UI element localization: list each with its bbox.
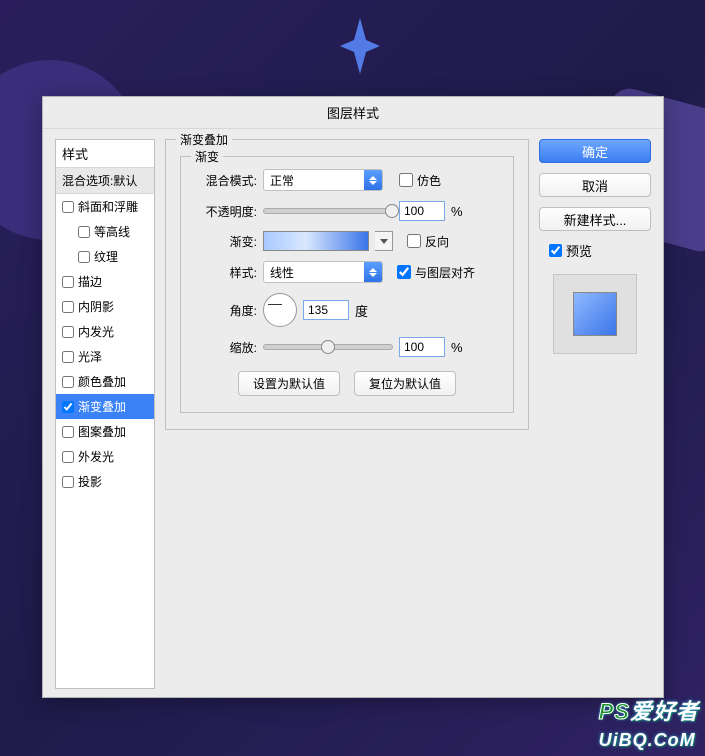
style-item-label: 光泽 — [78, 348, 102, 365]
style-item-label: 渐变叠加 — [78, 398, 126, 415]
style-item-checkbox[interactable] — [62, 476, 74, 488]
style-item-label: 斜面和浮雕 — [78, 198, 138, 215]
panel-group-title: 渐变叠加 — [176, 131, 232, 148]
style-label: 样式: — [193, 264, 257, 281]
style-item-checkbox[interactable] — [78, 226, 90, 238]
ok-button[interactable]: 确定 — [539, 139, 651, 163]
scale-unit: % — [451, 340, 463, 355]
style-item-label: 外发光 — [78, 448, 114, 465]
align-checkbox[interactable]: 与图层对齐 — [397, 264, 475, 281]
style-item-label: 内阴影 — [78, 298, 114, 315]
style-item-9[interactable]: 图案叠加 — [56, 419, 154, 444]
style-item-checkbox[interactable] — [62, 401, 74, 413]
style-item-0[interactable]: 斜面和浮雕 — [56, 194, 154, 219]
watermark: PS爱好者 UiBQ.CoM — [599, 694, 699, 752]
dialog-title: 图层样式 — [43, 97, 663, 129]
scale-input[interactable] — [399, 337, 445, 357]
blend-mode-select[interactable]: 正常 — [263, 169, 383, 191]
angle-input[interactable] — [303, 300, 349, 320]
style-item-checkbox[interactable] — [78, 251, 90, 263]
angle-unit: 度 — [355, 301, 368, 320]
sidebar-header[interactable]: 样式 — [56, 140, 154, 168]
style-item-checkbox[interactable] — [62, 451, 74, 463]
style-item-1[interactable]: 等高线 — [56, 219, 154, 244]
gradient-swatch[interactable] — [263, 231, 369, 251]
opacity-input[interactable] — [399, 201, 445, 221]
blend-mode-label: 混合模式: — [193, 172, 257, 189]
style-item-10[interactable]: 外发光 — [56, 444, 154, 469]
style-item-checkbox[interactable] — [62, 426, 74, 438]
style-item-checkbox[interactable] — [62, 351, 74, 363]
style-item-8[interactable]: 渐变叠加 — [56, 394, 154, 419]
style-item-label: 图案叠加 — [78, 423, 126, 440]
style-item-6[interactable]: 光泽 — [56, 344, 154, 369]
updown-icon — [364, 170, 382, 190]
style-item-checkbox[interactable] — [62, 201, 74, 213]
style-item-label: 等高线 — [94, 223, 130, 240]
opacity-slider[interactable] — [263, 208, 393, 214]
style-item-label: 投影 — [78, 473, 102, 490]
gradient-dropdown[interactable] — [375, 231, 393, 251]
make-default-button[interactable]: 设置为默认值 — [238, 371, 340, 396]
scale-label: 缩放: — [193, 339, 257, 356]
style-item-label: 内发光 — [78, 323, 114, 340]
style-item-checkbox[interactable] — [62, 326, 74, 338]
dither-checkbox[interactable]: 仿色 — [399, 172, 441, 189]
new-style-button[interactable]: 新建样式... — [539, 207, 651, 231]
panel-inner-title: 渐变 — [191, 148, 223, 165]
opacity-label: 不透明度: — [193, 203, 257, 220]
updown-icon — [364, 262, 382, 282]
style-item-label: 颜色叠加 — [78, 373, 126, 390]
style-item-3[interactable]: 描边 — [56, 269, 154, 294]
style-item-checkbox[interactable] — [62, 376, 74, 388]
style-item-11[interactable]: 投影 — [56, 469, 154, 494]
reverse-checkbox[interactable]: 反向 — [407, 233, 449, 250]
scale-slider[interactable] — [263, 344, 393, 350]
cancel-button[interactable]: 取消 — [539, 173, 651, 197]
style-item-label: 描边 — [78, 273, 102, 290]
style-item-2[interactable]: 纹理 — [56, 244, 154, 269]
preview-box — [553, 274, 637, 354]
opacity-unit: % — [451, 204, 463, 219]
preview-swatch — [573, 292, 617, 336]
sparkle-icon — [340, 18, 380, 74]
layer-style-dialog: 图层样式 样式 混合选项:默认 斜面和浮雕等高线纹理描边内阴影内发光光泽颜色叠加… — [42, 96, 664, 698]
style-item-5[interactable]: 内发光 — [56, 319, 154, 344]
action-panel: 确定 取消 新建样式... 预览 — [539, 139, 651, 689]
preview-checkbox[interactable]: 预览 — [549, 241, 651, 260]
style-item-7[interactable]: 颜色叠加 — [56, 369, 154, 394]
gradient-label: 渐变: — [193, 233, 257, 250]
style-item-label: 纹理 — [94, 248, 118, 265]
style-item-4[interactable]: 内阴影 — [56, 294, 154, 319]
style-select[interactable]: 线性 — [263, 261, 383, 283]
styles-sidebar: 样式 混合选项:默认 斜面和浮雕等高线纹理描边内阴影内发光光泽颜色叠加渐变叠加图… — [55, 139, 155, 689]
angle-label: 角度: — [193, 302, 257, 319]
style-item-checkbox[interactable] — [62, 301, 74, 313]
angle-dial[interactable] — [263, 293, 297, 327]
style-item-checkbox[interactable] — [62, 276, 74, 288]
reset-default-button[interactable]: 复位为默认值 — [354, 371, 456, 396]
blending-options-item[interactable]: 混合选项:默认 — [56, 168, 154, 194]
settings-panel: 渐变叠加 渐变 混合模式: 正常 仿色 — [165, 139, 529, 689]
